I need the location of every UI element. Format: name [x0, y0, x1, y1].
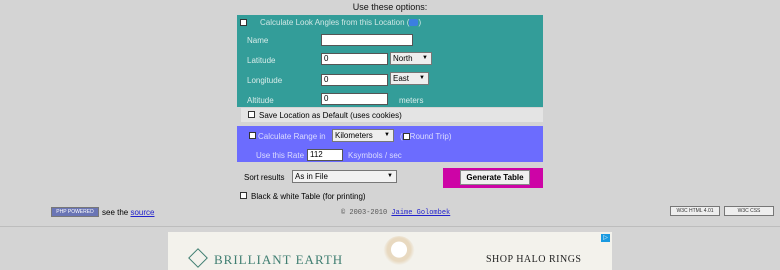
- longitude-input[interactable]: 0: [321, 74, 388, 86]
- round-trip-option: (Round Trip): [400, 132, 452, 141]
- ad-brand: BRILLIANT EARTH: [214, 252, 344, 267]
- see-the-text: see the source: [102, 208, 155, 217]
- calc-range-checkbox[interactable]: [249, 132, 256, 139]
- bw-table-label: Black & white Table (for printing): [251, 192, 366, 201]
- footer-divider: [0, 226, 780, 227]
- rate-label: Use this Rate: [256, 151, 305, 160]
- calc-look-angles-label: Calculate Look Angles from this Location…: [260, 18, 422, 27]
- copyright: © 2003-2010 Jaime Golombek: [341, 209, 451, 217]
- sort-select[interactable]: As in File ▼: [292, 170, 397, 183]
- sort-label: Sort results: [244, 173, 285, 182]
- altitude-unit: meters: [399, 96, 424, 105]
- page-title: Use these options:: [352, 2, 428, 12]
- php-powered-badge[interactable]: PHP POWERED: [51, 207, 99, 217]
- rate-input[interactable]: 112: [307, 149, 343, 161]
- rate-unit: Ksymbols / sec: [348, 151, 402, 160]
- name-input[interactable]: [321, 34, 413, 46]
- calc-range-label: Calculate Range in: [258, 132, 326, 141]
- round-trip-checkbox[interactable]: [402, 133, 410, 140]
- chevron-down-icon: ▼: [419, 75, 425, 81]
- latitude-label: Latitude: [247, 56, 276, 65]
- name-label: Name: [247, 36, 269, 45]
- chevron-down-icon: ▼: [384, 132, 390, 138]
- chevron-down-icon: ▼: [387, 173, 393, 179]
- ring-image: [383, 236, 415, 270]
- latitude-input[interactable]: 0: [321, 53, 388, 65]
- w3c-html-badge[interactable]: W3C HTML 4.01: [670, 206, 720, 216]
- source-link[interactable]: source: [130, 208, 154, 217]
- calc-look-angles-checkbox[interactable]: [240, 19, 247, 26]
- bw-table-checkbox[interactable]: [240, 192, 247, 199]
- longitude-label: Longitude: [247, 76, 283, 85]
- generate-table-button[interactable]: Generate Table: [460, 170, 530, 185]
- latitude-direction-select[interactable]: North ▼: [390, 52, 432, 65]
- longitude-direction-select[interactable]: East ▼: [390, 72, 429, 85]
- ad-choices-icon[interactable]: ▷: [601, 234, 610, 242]
- altitude-input[interactable]: 0: [321, 93, 388, 105]
- ad-cta[interactable]: SHOP HALO RINGS: [486, 254, 581, 265]
- save-default-checkbox[interactable]: [248, 111, 255, 118]
- range-unit-select[interactable]: Kilometers ▼: [332, 129, 394, 142]
- w3c-css-badge[interactable]: W3C CSS: [724, 206, 774, 216]
- author-link[interactable]: Jaime Golombek: [391, 209, 450, 217]
- altitude-label: Altitude: [247, 96, 274, 105]
- save-default-label: Save Location as Default (uses cookies): [259, 111, 402, 120]
- chevron-down-icon: ▼: [422, 55, 428, 61]
